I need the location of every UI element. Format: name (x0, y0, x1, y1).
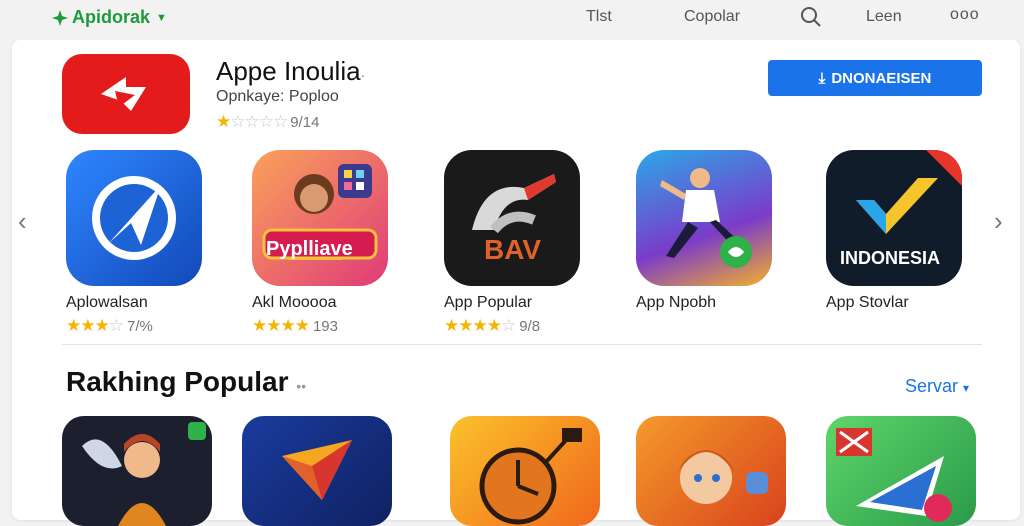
top-navigation-bar: Apidorak ▼ Tlst Copolar Leen ooo (0, 0, 1024, 36)
rating-stars-icon: ★★★★ (252, 316, 310, 335)
app-tile-1[interactable]: Aplowalsan ★★★☆ 7/% (66, 150, 216, 336)
app-name: App Npobh (636, 294, 717, 311)
install-label: DNONAEISEN (831, 69, 932, 87)
brand-logo[interactable]: Apidorak ▼ (52, 7, 167, 28)
featured-rating-text: 9/14 (290, 113, 320, 131)
brush-bav-icon: BAV (444, 150, 580, 286)
origami-plane-icon[interactable] (242, 416, 392, 526)
app-rating: ★★★☆ 7/% (66, 316, 216, 336)
triangle-play-icon[interactable] (826, 416, 976, 526)
featured-app-subtitle: Opnkaye: Poploo (216, 88, 339, 105)
star-logo-icon (52, 9, 68, 26)
app-tile-3[interactable]: BAV App Popular ★★★★☆ 9/8 (444, 150, 594, 336)
app-name: App Popular (444, 294, 533, 311)
section-title-text: Rakhing Popular (66, 366, 289, 397)
section-divider (62, 344, 982, 345)
rating-count: 193 (312, 317, 338, 335)
clock-icon[interactable] (450, 416, 600, 526)
rating-count: 9/8 (519, 317, 541, 335)
carousel-next-arrow-icon[interactable]: › (994, 206, 1003, 237)
verified-dot-icon: · (360, 67, 366, 83)
featured-app-title: Appe Inoulia· (216, 56, 365, 87)
play-arrow-icon (101, 77, 146, 111)
icon-caption: Pyplliave (266, 238, 353, 260)
rating-count: 7/% (126, 317, 153, 335)
rating-stars-icon: ★☆☆☆☆ (216, 112, 288, 131)
brand-name: Apidorak (72, 7, 151, 27)
app-tile-5[interactable]: INDONESIA App Stovlar (826, 150, 976, 312)
icon-caption: INDONESIA (840, 248, 941, 268)
app-name: App Stovlar (826, 294, 909, 311)
chevron-down-icon: ▾ (963, 381, 970, 395)
search-button[interactable] (798, 4, 824, 30)
see-all-label: Servar (905, 376, 959, 396)
app-name: Aplowalsan (66, 294, 148, 311)
app-tile-2[interactable]: Pyplliave Akl Mooooa ★★★★ 193 (252, 150, 402, 336)
woman-popular-icon: Pyplliave (252, 150, 388, 286)
icon-caption: BAV (484, 234, 542, 265)
app-name: Akl Mooooa (252, 294, 337, 311)
paper-plane-icon (66, 150, 202, 286)
section-title: Rakhing Popular •• (66, 366, 306, 398)
app-tile-4[interactable]: App Npobh (636, 150, 786, 312)
angel-character-icon[interactable] (62, 416, 212, 526)
app-rating: ★★★★☆ 9/8 (444, 316, 594, 336)
indonesia-check-icon: INDONESIA (826, 150, 962, 286)
nav-link-3[interactable]: Leen (866, 8, 902, 26)
chevron-down-icon: ▼ (156, 11, 167, 24)
rating-stars-icon: ★★★★☆ (444, 316, 516, 335)
nav-link-2[interactable]: Copolar (684, 8, 740, 26)
section-badge-icon: •• (296, 378, 307, 394)
app-rating: ★★★★ 193 (252, 316, 402, 336)
nav-link-1[interactable]: Tlst (586, 8, 612, 26)
carousel-prev-arrow-icon[interactable]: ‹ (18, 206, 27, 237)
featured-app-rating: ★☆☆☆☆ 9/14 (216, 112, 319, 132)
search-icon (801, 7, 821, 27)
dancer-chat-icon (636, 150, 772, 286)
girl-character-icon[interactable] (636, 416, 786, 526)
featured-title-text: Appe Inoulia (216, 56, 361, 86)
more-options-button[interactable]: ooo (950, 6, 980, 24)
rating-stars-icon: ★★★☆ (66, 316, 124, 335)
see-all-link[interactable]: Servar ▾ (905, 376, 969, 397)
install-button[interactable]: ⤓ DNONAEISEN (768, 60, 982, 96)
featured-app-icon[interactable] (62, 54, 190, 134)
download-icon: ⤓ (818, 69, 826, 87)
